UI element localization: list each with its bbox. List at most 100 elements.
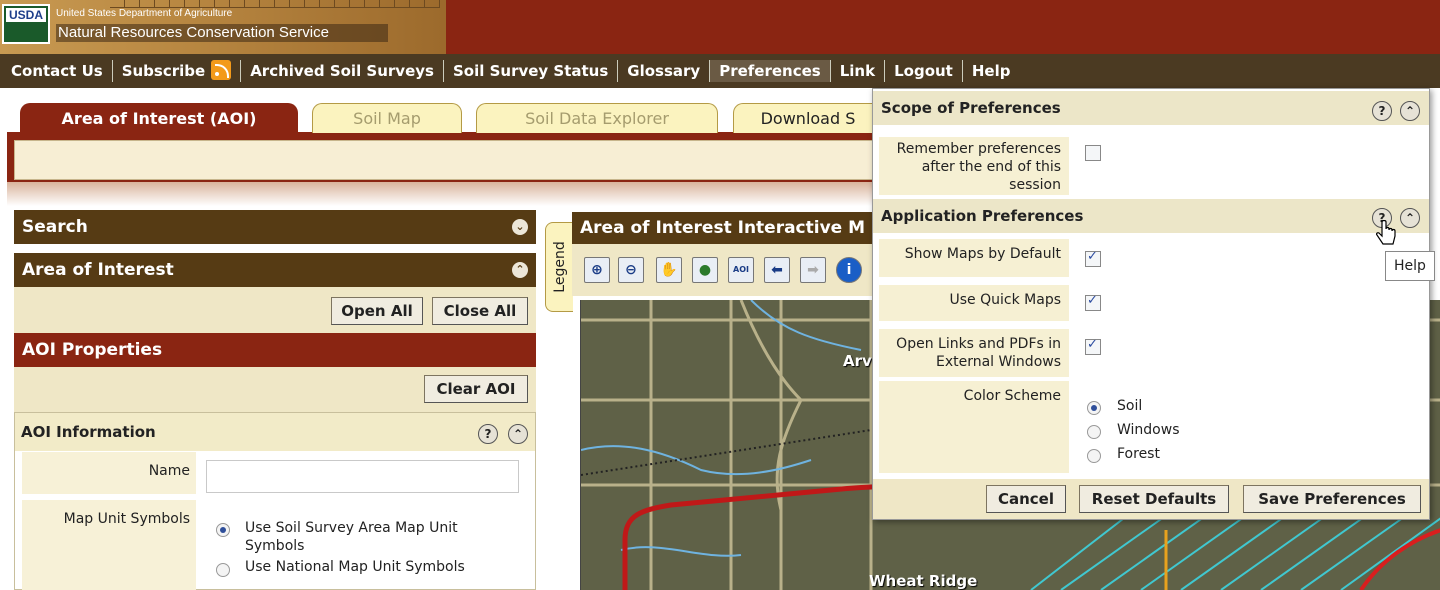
nav-preferences-label: Preferences xyxy=(719,62,821,80)
rss-icon[interactable] xyxy=(211,60,232,80)
ruler-decoration xyxy=(110,0,440,8)
legend-tab-label: Legend xyxy=(552,241,568,293)
remember-checkbox[interactable] xyxy=(1085,145,1101,161)
map-panel-title: Area of Interest Interactive M xyxy=(580,218,866,238)
external-windows-label: Open Links and PDFs in External Windows xyxy=(879,329,1069,377)
nav-link[interactable]: Link xyxy=(831,60,886,82)
tab-toolbar-strip xyxy=(14,140,884,180)
nav-glossary[interactable]: Glossary xyxy=(618,60,711,82)
back-arrow-icon[interactable]: ⬅ xyxy=(764,257,790,283)
search-panel-header[interactable]: Search ⌄ xyxy=(14,210,536,244)
usda-badge-text: USDA xyxy=(6,8,46,22)
external-windows-label-text: Open Links and PDFs in External Windows xyxy=(896,336,1061,370)
aoi-name-input[interactable] xyxy=(206,460,519,493)
aoi-panel-title: Area of Interest xyxy=(22,260,174,280)
tab-download-soils[interactable]: Download S xyxy=(733,103,883,133)
nav-contact-us-label: Contact Us xyxy=(11,62,103,80)
expand-icon[interactable]: ⌄ xyxy=(512,219,528,235)
nav-subscribe[interactable]: Subscribe xyxy=(113,60,242,82)
tab-soil-map[interactable]: Soil Map xyxy=(312,103,462,133)
nav-archived-soil-surveys[interactable]: Archived Soil Surveys xyxy=(241,60,444,82)
nav-soil-survey-status[interactable]: Soil Survey Status xyxy=(444,60,619,82)
aoi-information-title: AOI Information xyxy=(21,423,156,441)
external-windows-checkbox[interactable] xyxy=(1085,337,1101,355)
color-scheme-radio-soil[interactable] xyxy=(1087,401,1101,415)
remember-label: Remember preferences after the end of th… xyxy=(879,137,1069,195)
zoom-out-icon[interactable]: ⊖ xyxy=(618,257,644,283)
aoi-information-header: AOI Information xyxy=(15,413,535,451)
usda-badge: USDA xyxy=(2,4,50,44)
scope-title: Scope of Preferences xyxy=(881,99,1061,117)
collapse-icon[interactable]: ⌃ xyxy=(1400,101,1420,121)
remember-label-text: Remember preferences after the end of th… xyxy=(896,141,1061,193)
help-icon[interactable]: ? xyxy=(1372,101,1392,121)
app-prefs-header: Application Preferences xyxy=(873,199,1429,233)
color-scheme-windows-label: Windows xyxy=(1117,422,1180,438)
zoom-in-icon[interactable]: ⊕ xyxy=(584,257,610,283)
forward-arrow-icon[interactable]: ➡ xyxy=(800,257,826,283)
aoi-panel-header[interactable]: Area of Interest ⌃ xyxy=(14,253,536,287)
color-scheme-radio-forest[interactable] xyxy=(1087,449,1101,463)
top-nav: Contact Us Subscribe Archived Soil Surve… xyxy=(0,54,1440,88)
map-unit-symbols-text: Map Unit Symbols xyxy=(63,511,190,527)
nav-status-label: Soil Survey Status xyxy=(452,62,609,80)
nav-preferences[interactable]: Preferences xyxy=(710,60,831,82)
nav-subscribe-label: Subscribe xyxy=(121,62,206,80)
aoi-properties-title: AOI Properties xyxy=(22,340,163,360)
nav-link-label: Link xyxy=(839,62,876,80)
show-maps-checkbox[interactable] xyxy=(1085,249,1101,267)
color-scheme-radio-windows[interactable] xyxy=(1087,425,1101,439)
name-label: Name xyxy=(22,452,196,494)
map-unit-radio-national[interactable] xyxy=(216,563,230,577)
open-all-button[interactable]: Open All xyxy=(331,297,423,325)
collapse-icon[interactable]: ⌃ xyxy=(1400,208,1420,228)
quick-maps-label: Use Quick Maps xyxy=(879,285,1069,321)
nav-contact-us[interactable]: Contact Us xyxy=(2,60,113,82)
tab-area-of-interest[interactable]: Area of Interest (AOI) xyxy=(20,103,298,133)
info-icon[interactable]: i xyxy=(836,257,862,283)
collapse-icon[interactable]: ⌃ xyxy=(508,424,528,444)
show-maps-label: Show Maps by Default xyxy=(879,239,1069,277)
pan-icon[interactable]: ✋ xyxy=(656,257,682,283)
map-unit-radio-ssa[interactable] xyxy=(216,523,230,537)
quick-maps-label-text: Use Quick Maps xyxy=(949,292,1061,308)
color-scheme-label-text: Color Scheme xyxy=(963,388,1061,404)
name-label-text: Name xyxy=(148,463,190,479)
help-tooltip-text: Help xyxy=(1394,258,1426,274)
collapse-icon[interactable]: ⌃ xyxy=(512,262,528,278)
map-panel-header: Area of Interest Interactive M xyxy=(572,212,882,244)
cancel-button[interactable]: Cancel xyxy=(986,485,1066,513)
close-all-button[interactable]: Close All xyxy=(432,297,528,325)
reset-defaults-button[interactable]: Reset Defaults xyxy=(1079,485,1229,513)
color-scheme-forest-label: Forest xyxy=(1117,446,1160,462)
map-label-wheat-ridge: Wheat Ridge xyxy=(869,572,978,590)
map-unit-option-ssa-label: Use Soil Survey Area Map Unit Symbols xyxy=(245,520,458,554)
help-icon[interactable]: ? xyxy=(478,424,498,444)
aoi-icon[interactable]: AOI xyxy=(728,257,754,283)
app-prefs-title: Application Preferences xyxy=(881,207,1084,225)
preferences-dialog: Scope of Preferences Remember preference… xyxy=(872,88,1430,520)
help-tooltip: Help xyxy=(1385,251,1435,281)
map-unit-option-national-label: Use National Map Unit Symbols xyxy=(245,559,465,575)
agency-subname: Natural Resources Conservation Service xyxy=(56,24,388,42)
show-maps-label-text: Show Maps by Default xyxy=(904,246,1061,262)
map-unit-symbols-label: Map Unit Symbols xyxy=(22,500,196,590)
legend-tab[interactable]: Legend xyxy=(545,222,573,312)
color-scheme-soil-label: Soil xyxy=(1117,398,1143,414)
hand-cursor-icon xyxy=(1376,220,1396,245)
aoi-properties-header[interactable]: AOI Properties xyxy=(14,333,536,367)
tab-soil-data-explorer[interactable]: Soil Data Explorer xyxy=(476,103,718,133)
usda-logo[interactable]: USDA United States Department of Agricul… xyxy=(0,0,446,54)
nav-glossary-label: Glossary xyxy=(627,62,701,80)
search-panel-title: Search xyxy=(22,217,88,237)
nav-help-label: Help xyxy=(971,62,1011,80)
tab-panel-fade xyxy=(7,182,887,206)
clear-aoi-button[interactable]: Clear AOI xyxy=(424,375,528,403)
quick-maps-checkbox[interactable] xyxy=(1085,293,1101,311)
nav-help[interactable]: Help xyxy=(963,60,1020,82)
nav-logout[interactable]: Logout xyxy=(885,60,963,82)
map-label-arvada: Arv xyxy=(843,352,872,370)
nav-archived-label: Archived Soil Surveys xyxy=(250,62,434,80)
globe-icon[interactable]: ● xyxy=(692,257,718,283)
save-preferences-button[interactable]: Save Preferences xyxy=(1243,485,1421,513)
